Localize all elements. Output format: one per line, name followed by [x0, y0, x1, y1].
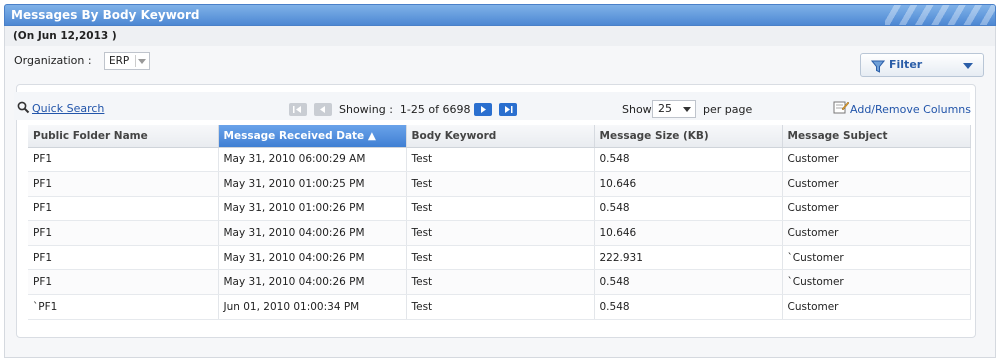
organization-select[interactable]: ERP — [104, 52, 150, 70]
column-header-message-size[interactable]: Message Size (KB) — [594, 125, 783, 148]
filter-label: Filter — [889, 58, 923, 71]
cell-body-keyword: Test — [406, 196, 595, 222]
cell-message-size: 10.646 — [594, 171, 783, 197]
page-size-value: 25 — [658, 102, 672, 115]
table-row[interactable]: PF1 May 31, 2010 06:00:29 AM Test 0.548 … — [28, 147, 971, 173]
cell-message-size: 10.646 — [594, 220, 783, 246]
cell-message-size: 0.548 — [594, 147, 783, 173]
cell-public-folder-name: PF1 — [28, 147, 219, 173]
table-row[interactable]: PF1 May 31, 2010 01:00:26 PM Test 0.548 … — [28, 196, 971, 222]
next-page-button[interactable] — [474, 103, 492, 116]
column-header-body-keyword[interactable]: Body Keyword — [406, 125, 595, 148]
cell-message-size: 0.548 — [594, 269, 783, 296]
cell-public-folder-name: `PF1 — [28, 294, 219, 320]
filter-button[interactable]: Filter — [860, 53, 984, 77]
table-header-row: Public Folder Name Message Received Date… — [28, 125, 971, 148]
page-size-select[interactable]: 25 — [652, 100, 696, 118]
chevron-down-icon — [138, 59, 146, 64]
cell-public-folder-name: PF1 — [28, 269, 219, 296]
cell-message-received-date: May 31, 2010 04:00:26 PM — [218, 269, 407, 296]
cell-message-subject: Customer — [782, 171, 971, 197]
table-row[interactable]: `PF1 Jun 01, 2010 01:00:34 PM Test 0.548… — [28, 294, 971, 320]
cell-message-received-date: May 31, 2010 01:00:26 PM — [218, 196, 407, 222]
grid-toolbar — [14, 92, 970, 120]
cell-message-subject: `Customer — [782, 245, 971, 271]
cell-body-keyword: Test — [406, 245, 595, 271]
last-page-button[interactable] — [499, 103, 517, 116]
cell-message-subject: Customer — [782, 220, 971, 246]
add-remove-columns-link[interactable]: Add/Remove Columns — [850, 103, 971, 116]
showing-range: 1-25 of 6698 — [399, 103, 471, 116]
messages-table: Public Folder Name Message Received Date… — [28, 125, 971, 320]
cell-message-size: 0.548 — [594, 294, 783, 320]
cell-body-keyword: Test — [406, 147, 595, 173]
cell-message-received-date: May 31, 2010 04:00:26 PM — [218, 220, 407, 246]
cell-message-received-date: Jun 01, 2010 01:00:34 PM — [218, 294, 407, 320]
previous-page-button[interactable] — [314, 103, 332, 116]
select-divider — [135, 55, 136, 67]
show-label: Show — [622, 103, 652, 116]
cell-message-received-date: May 31, 2010 06:00:29 AM — [218, 147, 407, 173]
column-header-public-folder-name[interactable]: Public Folder Name — [28, 125, 219, 148]
column-header-message-subject[interactable]: Message Subject — [782, 125, 971, 148]
search-icon[interactable] — [17, 101, 30, 117]
table-row[interactable]: PF1 May 31, 2010 04:00:26 PM Test 10.646… — [28, 220, 971, 246]
organization-label: Organization : — [14, 54, 92, 67]
edit-columns-icon[interactable] — [833, 100, 850, 117]
quick-search-link[interactable]: Quick Search — [32, 102, 104, 115]
cell-message-subject: `Customer — [782, 269, 971, 296]
pagination-status: Showing : 1-25 of 6698 — [339, 103, 470, 116]
cell-body-keyword: Test — [406, 220, 595, 246]
panel-header: Messages By Body Keyword — [4, 4, 996, 26]
cell-message-received-date: May 31, 2010 04:00:26 PM — [218, 245, 407, 271]
column-header-message-received-date[interactable]: Message Received Date ▲ — [218, 125, 407, 148]
chevron-down-icon — [963, 63, 973, 69]
table-row[interactable]: PF1 May 31, 2010 04:00:26 PM Test 222.93… — [28, 245, 971, 271]
cell-message-subject: Customer — [782, 196, 971, 222]
table-row[interactable]: PF1 May 31, 2010 04:00:26 PM Test 0.548 … — [28, 269, 971, 296]
funnel-icon — [870, 59, 886, 81]
cell-public-folder-name: PF1 — [28, 196, 219, 222]
panel-title: Messages By Body Keyword — [11, 8, 200, 22]
cell-body-keyword: Test — [406, 269, 595, 296]
cell-message-subject: Customer — [782, 147, 971, 173]
table-row[interactable]: PF1 May 31, 2010 01:00:25 PM Test 10.646… — [28, 171, 971, 197]
showing-label: Showing : — [339, 103, 393, 116]
per-page-label: per page — [703, 103, 753, 116]
report-date: (On Jun 12,2013 ) — [4, 26, 996, 46]
cell-message-size: 0.548 — [594, 196, 783, 222]
cell-body-keyword: Test — [406, 294, 595, 320]
chevron-down-icon — [683, 107, 691, 112]
cell-message-subject: Customer — [782, 294, 971, 320]
organization-value: ERP — [109, 55, 130, 67]
cell-message-received-date: May 31, 2010 01:00:25 PM — [218, 171, 407, 197]
cell-public-folder-name: PF1 — [28, 220, 219, 246]
cell-public-folder-name: PF1 — [28, 245, 219, 271]
cell-body-keyword: Test — [406, 171, 595, 197]
cell-public-folder-name: PF1 — [28, 171, 219, 197]
first-page-button[interactable] — [289, 103, 307, 116]
cell-message-size: 222.931 — [594, 245, 783, 271]
header-decoration — [885, 5, 995, 25]
